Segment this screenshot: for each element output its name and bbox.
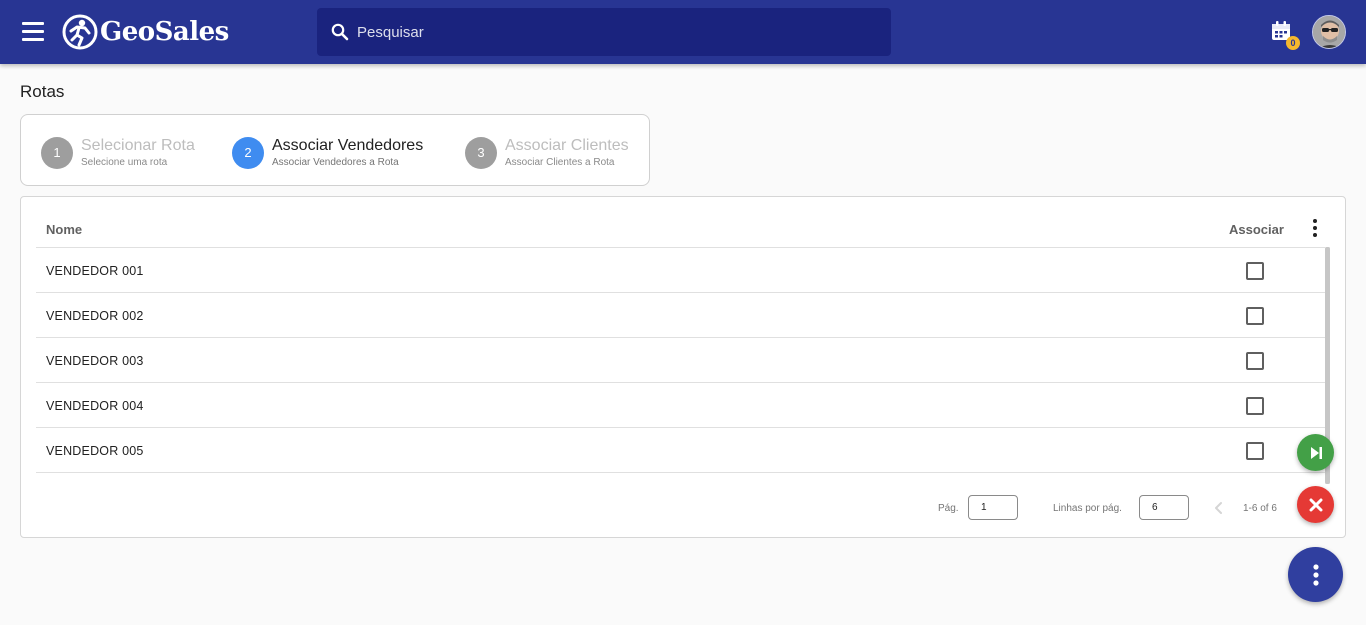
user-photo	[1313, 16, 1345, 48]
associate-checkbox[interactable]	[1246, 442, 1264, 460]
rows-per-page-label: Linhas por pág.	[1053, 503, 1122, 514]
more-actions-button[interactable]	[1288, 547, 1343, 602]
associate-checkbox[interactable]	[1246, 307, 1264, 325]
seller-name: VENDEDOR 001	[46, 264, 144, 278]
step-subtitle: Associar Vendedores a Rota	[272, 156, 399, 168]
column-header-associate[interactable]: Associar	[1229, 222, 1284, 237]
column-menu-icon[interactable]	[1305, 218, 1325, 238]
rows-per-page-input[interactable]	[1139, 495, 1189, 520]
pagination-range: 1-6 of 6	[1243, 503, 1277, 514]
avatar[interactable]	[1312, 15, 1346, 49]
step-associate-clients[interactable]: 3 Associar Clientes Associar Clientes a …	[465, 136, 629, 170]
step-number: 3	[465, 137, 497, 169]
step-title: Associar Vendedores	[272, 136, 424, 154]
step-text: Selecionar Rota Selecione uma rota	[81, 137, 195, 170]
seller-name: VENDEDOR 004	[46, 399, 144, 413]
skip-next-icon	[1310, 446, 1322, 459]
seller-name: VENDEDOR 003	[46, 354, 144, 368]
search-bar[interactable]	[317, 8, 891, 56]
page-label: Pág.	[938, 503, 959, 514]
top-app-bar: GeoSales 0	[0, 0, 1366, 64]
cancel-button[interactable]	[1297, 486, 1334, 523]
step-text: Associar Vendedores Associar Vendedores …	[272, 137, 423, 170]
associate-checkbox[interactable]	[1246, 397, 1264, 415]
table-row: VENDEDOR 005	[36, 428, 1325, 473]
logo-icon	[62, 14, 98, 50]
step-title: Associar Clientes	[505, 136, 629, 154]
chevron-left-icon[interactable]	[1211, 499, 1227, 517]
step-number: 1	[41, 137, 73, 169]
table-row: VENDEDOR 003	[36, 338, 1325, 383]
search-icon	[331, 23, 349, 41]
step-subtitle: Selecione uma rota	[81, 156, 168, 168]
step-text: Associar Clientes Associar Clientes a Ro…	[505, 137, 629, 170]
menu-icon[interactable]	[20, 20, 48, 44]
search-input[interactable]	[357, 8, 877, 56]
next-step-button[interactable]	[1297, 434, 1334, 471]
page-input[interactable]	[968, 495, 1018, 520]
step-select-route[interactable]: 1 Selecionar Rota Selecione uma rota	[41, 136, 195, 170]
step-associate-sellers[interactable]: 2 Associar Vendedores Associar Vendedore…	[232, 136, 423, 170]
step-subtitle: Associar Clientes a Rota	[505, 156, 615, 168]
seller-name: VENDEDOR 002	[46, 309, 144, 323]
sellers-table-card: Nome Associar VENDEDOR 001 VENDEDOR 002 …	[20, 196, 1346, 538]
table-row: VENDEDOR 002	[36, 293, 1325, 338]
associate-checkbox[interactable]	[1246, 262, 1264, 280]
associate-checkbox[interactable]	[1246, 352, 1264, 370]
table-row: VENDEDOR 004	[36, 383, 1325, 428]
page-title: Rotas	[20, 82, 65, 101]
step-title: Selecionar Rota	[81, 136, 195, 154]
column-header-name[interactable]: Nome	[46, 222, 82, 237]
stepper: 1 Selecionar Rota Selecione uma rota 2 A…	[20, 114, 650, 186]
calendar-button[interactable]: 0	[1270, 20, 1300, 50]
table-row: VENDEDOR 001	[36, 248, 1325, 293]
app-name: GeoSales	[100, 17, 229, 47]
step-number: 2	[232, 137, 264, 169]
close-icon	[1309, 498, 1322, 511]
more-vert-icon	[1312, 563, 1319, 586]
app-logo[interactable]: GeoSales	[62, 12, 229, 52]
seller-name: VENDEDOR 005	[46, 444, 144, 458]
table-body: VENDEDOR 001 VENDEDOR 002 VENDEDOR 003 V…	[36, 247, 1325, 484]
notification-badge: 0	[1286, 36, 1300, 50]
